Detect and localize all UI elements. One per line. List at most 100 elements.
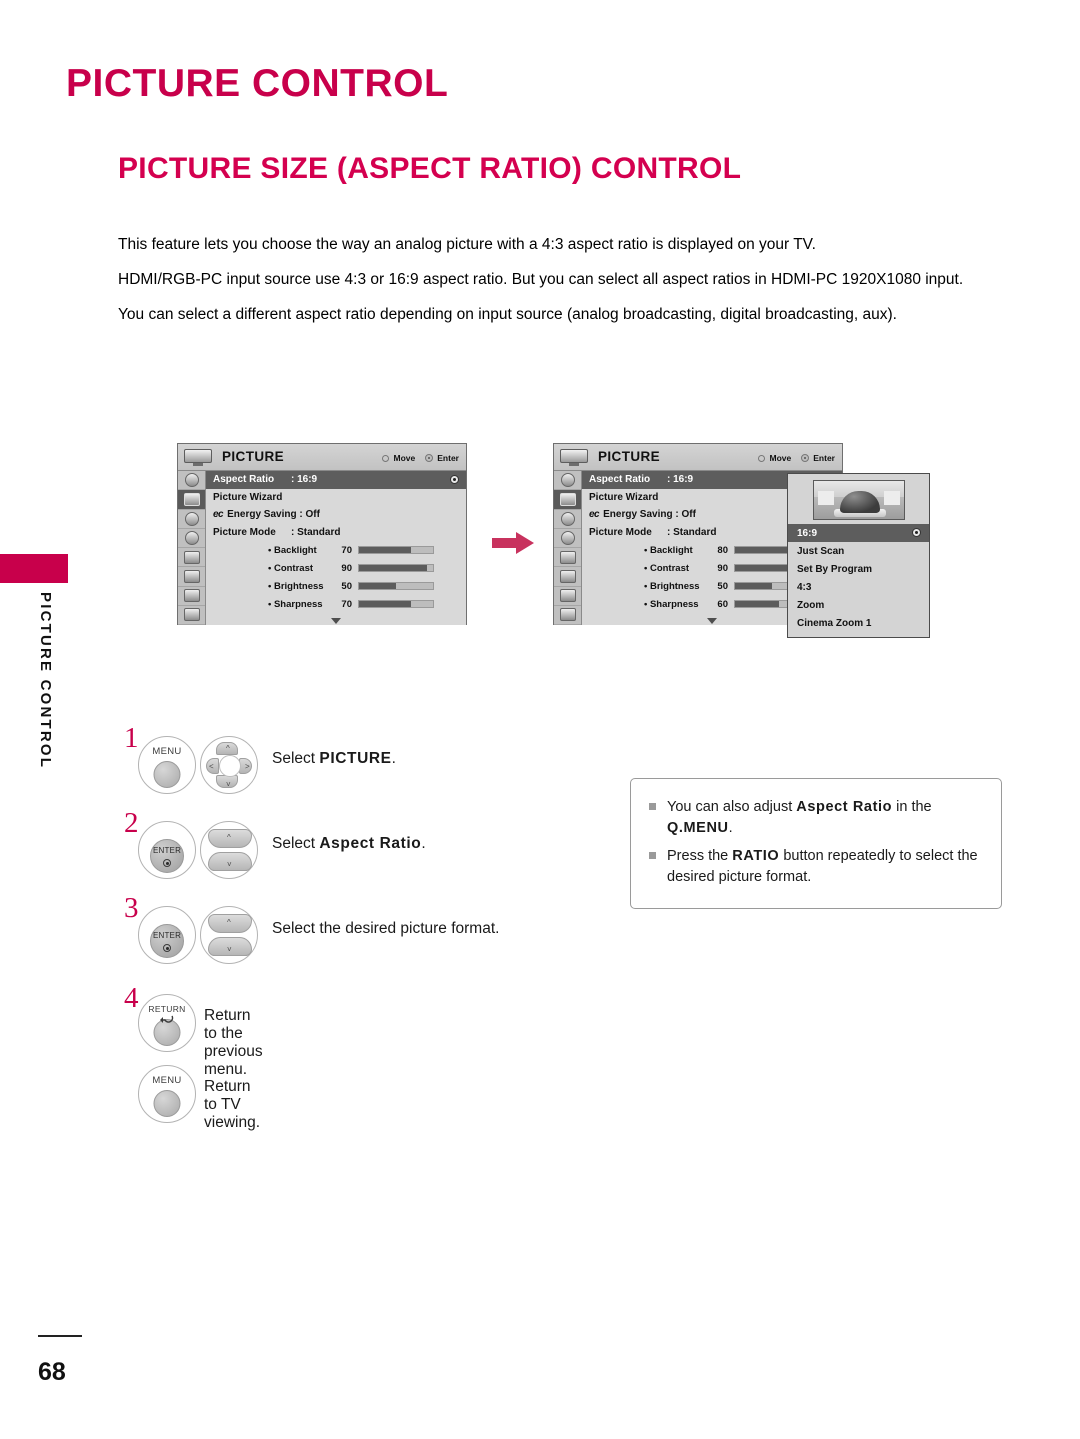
menu-button[interactable]: MENU xyxy=(138,1065,196,1123)
note-1-bold-2: Q.MENU xyxy=(667,820,729,837)
sidebar-icon-input[interactable] xyxy=(178,587,205,606)
energy-saving-icon: ec xyxy=(213,509,224,521)
dpad-4way[interactable]: ^ ˅ ˂ ˃ xyxy=(200,736,258,794)
osd-title: PICTURE xyxy=(598,449,661,464)
enter-button-cap[interactable]: ENTER xyxy=(150,839,184,873)
steps-list: 1 MENU ^ ˅ ˂ ˃ Select PICTURE. 2 ENTER ^… xyxy=(120,722,590,983)
scroll-down-arrow-icon[interactable] xyxy=(331,618,341,624)
sidebar-icon-usb[interactable] xyxy=(554,606,581,625)
picture-mode-value: : Standard xyxy=(667,526,717,538)
step-number: 2 xyxy=(124,807,139,839)
step-3: 3 ENTER ^ ˅ Select the desired picture f… xyxy=(120,892,590,983)
sidebar-icon-lock[interactable] xyxy=(178,567,205,587)
slider-value: 70 xyxy=(341,598,352,610)
slider-value: 90 xyxy=(341,562,352,574)
enter-dot-icon xyxy=(163,944,171,952)
picture-wizard-label: Picture Wizard xyxy=(589,491,659,503)
step-3-text: Select the desired picture format. xyxy=(272,920,499,938)
sidebar-icon-picture[interactable] xyxy=(178,490,205,510)
dropdown-item-set-by-program[interactable]: Set By Program xyxy=(788,560,929,578)
slider-label: • Sharpness xyxy=(644,598,699,610)
osd-slider-row[interactable]: • Sharpness 70 xyxy=(206,595,466,613)
sidebar-icon-option[interactable] xyxy=(178,548,205,568)
slider-value: 70 xyxy=(341,544,352,556)
osd-title: PICTURE xyxy=(222,449,285,464)
osd-row-picture-wizard[interactable]: Picture Wizard xyxy=(206,489,466,507)
move-label: Move xyxy=(393,452,416,463)
enter-dot-icon xyxy=(801,453,810,462)
sidebar-icon-audio[interactable] xyxy=(178,510,205,529)
dropdown-item-label: Set By Program xyxy=(797,563,873,575)
sidebar-icon-time[interactable] xyxy=(554,529,581,548)
dpad-icon xyxy=(755,452,766,463)
osd-category-sidebar[interactable] xyxy=(554,471,582,625)
aspect-ratio-dropdown[interactable]: 16:9 Just Scan Set By Program 4:3 Zoom C… xyxy=(787,473,930,638)
dpad-icon xyxy=(379,452,390,463)
note-1-mid: in the xyxy=(892,799,932,815)
enter-label: Enter xyxy=(813,452,835,463)
note-2-bold-1: RATIO xyxy=(732,848,780,864)
sidebar-icon-option[interactable] xyxy=(554,548,581,568)
return-button[interactable]: RETURN xyxy=(138,994,196,1052)
osd-row-aspect-ratio[interactable]: Aspect Ratio : 16:9 xyxy=(206,471,466,489)
slider-bar[interactable] xyxy=(358,600,434,608)
sidebar-icon-setup[interactable] xyxy=(554,471,581,491)
chevron-up-icon: ^ xyxy=(227,918,231,927)
osd-row-picture-mode[interactable]: Picture Mode : Standard xyxy=(206,524,466,542)
osd-slider-row[interactable]: • Contrast 90 xyxy=(206,559,466,577)
slider-label: • Contrast xyxy=(644,562,690,574)
slider-label: • Sharpness xyxy=(268,598,323,610)
dropdown-item-just-scan[interactable]: Just Scan xyxy=(788,542,929,560)
dropdown-item-4-3[interactable]: 4:3 xyxy=(788,578,929,596)
step-1-text: Select PICTURE. xyxy=(272,750,396,768)
dropdown-item-zoom[interactable]: Zoom xyxy=(788,596,929,614)
osd-header: PICTURE Move Enter xyxy=(554,444,842,471)
intro-paragraphs: This feature lets you choose the way an … xyxy=(118,232,1008,337)
menu-button-cap[interactable] xyxy=(153,761,181,788)
updown-pad[interactable]: ^ ˅ xyxy=(200,906,258,964)
osd-slider-row[interactable]: • Brightness 50 xyxy=(206,577,466,595)
osd-slider-row[interactable]: • Backlight 70 xyxy=(206,541,466,559)
slider-value: 50 xyxy=(341,580,352,592)
slider-bar[interactable] xyxy=(358,546,434,554)
sidebar-icon-input[interactable] xyxy=(554,587,581,606)
menu-button-label: MENU xyxy=(152,1075,182,1086)
osd-category-sidebar[interactable] xyxy=(178,471,206,625)
dropdown-item-label: Cinema Zoom 1 xyxy=(797,617,872,629)
sidebar-icon-usb[interactable] xyxy=(178,606,205,625)
osd-nav-hint: Move Enter xyxy=(755,452,835,463)
enter-button[interactable]: ENTER xyxy=(138,906,196,964)
slider-bar[interactable] xyxy=(358,564,434,572)
menu-button[interactable]: MENU xyxy=(138,736,196,794)
scroll-down-arrow-icon[interactable] xyxy=(707,618,717,624)
sidebar-icon-setup[interactable] xyxy=(178,471,205,491)
menu-button-label: MENU xyxy=(152,746,182,757)
sidebar-icon-picture[interactable] xyxy=(554,490,581,510)
radio-icon xyxy=(912,528,921,537)
sidebar-icon-lock[interactable] xyxy=(554,567,581,587)
sidebar-icon-time[interactable] xyxy=(178,529,205,548)
updown-pad[interactable]: ^ ˅ xyxy=(200,821,258,879)
sidebar-icon-audio[interactable] xyxy=(554,510,581,529)
enter-button-cap[interactable]: ENTER xyxy=(150,924,184,958)
osd-row-energy-saving[interactable]: ec Energy Saving : Off xyxy=(206,506,466,524)
note-1-bold-1: Aspect Ratio xyxy=(796,799,893,815)
slider-value: 80 xyxy=(717,544,728,556)
menu-button-cap[interactable] xyxy=(153,1090,181,1117)
dropdown-item-16-9[interactable]: 16:9 xyxy=(788,524,929,542)
energy-saving-icon: ec xyxy=(589,509,600,521)
picture-mode-value: : Standard xyxy=(291,526,341,538)
tail-return-text: Return to the previous menu. xyxy=(204,1007,263,1078)
slider-bar[interactable] xyxy=(358,582,434,590)
step-2: 2 ENTER ^ ˅ Select Aspect Ratio. xyxy=(120,807,590,898)
dropdown-item-cinema-zoom-1[interactable]: Cinema Zoom 1 xyxy=(788,614,929,632)
step-2-text-bold: Aspect Ratio xyxy=(319,835,422,852)
chevron-up-icon: ^ xyxy=(226,744,230,753)
dpad-center[interactable] xyxy=(219,755,241,777)
dropdown-item-label: 4:3 xyxy=(797,581,812,593)
step-1-text-suffix: . xyxy=(391,750,396,767)
enter-button[interactable]: ENTER xyxy=(138,821,196,879)
side-tab-label: PICTURE CONTROL xyxy=(37,592,54,770)
osd-nav-hint: Move Enter xyxy=(379,452,459,463)
tail-return: 4 RETURN Return to the previous menu. xyxy=(120,982,263,1078)
